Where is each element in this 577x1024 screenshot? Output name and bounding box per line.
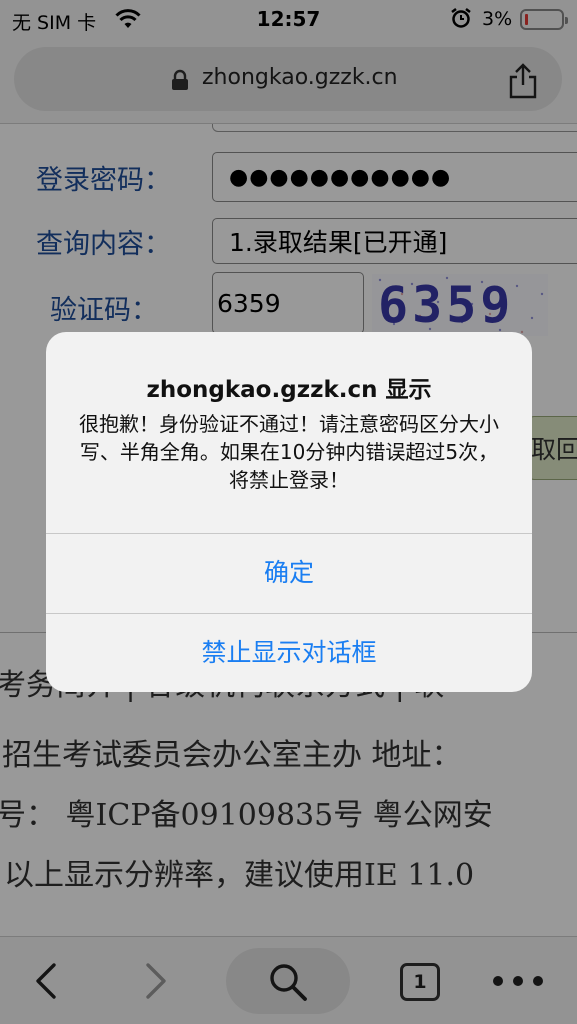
block-dialogs-button[interactable]: 禁止显示对话框 (46, 614, 532, 692)
confirm-button[interactable]: 确定 (46, 534, 532, 612)
alert-dialog: zhongkao.gzzk.cn 显示 很抱歉！身份验证不通过！请注意密码区分大… (46, 332, 532, 692)
alert-title: zhongkao.gzzk.cn 显示 (146, 377, 432, 403)
alert-message: 很抱歉！身份验证不通过！请注意密码区分大小写、半角全角。如果在10分钟内错误超过… (79, 412, 499, 492)
